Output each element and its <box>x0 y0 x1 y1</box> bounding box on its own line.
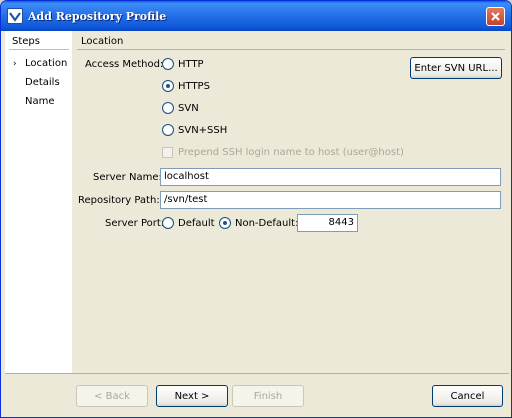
radio-icon <box>162 102 174 114</box>
title-bar: Add Repository Profile <box>1 1 511 31</box>
close-button[interactable] <box>486 7 505 26</box>
section-title: Location <box>81 36 124 47</box>
step-details: Details <box>25 77 60 88</box>
radio-svn[interactable]: SVN <box>162 102 199 114</box>
finish-button[interactable]: Finish <box>232 385 304 407</box>
radio-selected-icon <box>219 217 231 229</box>
add-repository-profile-dialog: Add Repository Profile Steps › Location D… <box>0 0 512 418</box>
next-button[interactable]: Next > <box>156 385 228 407</box>
steps-panel: Steps › Location Details Name <box>5 31 72 373</box>
access-method-label: Access Method: <box>85 59 164 70</box>
radio-icon <box>162 58 174 70</box>
radio-selected-icon <box>162 80 174 92</box>
checkbox-icon <box>162 147 173 158</box>
prepend-ssh-checkbox[interactable]: Prepend SSH login name to host (user@hos… <box>162 147 404 158</box>
step-name: Name <box>25 96 55 107</box>
server-port-label: Server Port: <box>105 218 165 229</box>
enter-svn-url-button[interactable]: Enter SVN URL... <box>410 57 502 79</box>
steps-title: Steps <box>12 36 40 47</box>
window-title: Add Repository Profile <box>28 9 167 23</box>
repository-path-input[interactable]: /svn/test <box>160 191 501 209</box>
current-step-arrow-icon: › <box>13 59 17 69</box>
server-port-input[interactable]: 8443 <box>297 214 358 232</box>
footer-divider <box>5 373 509 374</box>
radio-icon <box>162 124 174 136</box>
section-divider <box>77 49 505 50</box>
step-location: › Location <box>13 58 68 69</box>
radio-svn-ssh[interactable]: SVN+SSH <box>162 124 227 136</box>
close-icon <box>491 12 500 21</box>
radio-https[interactable]: HTTPS <box>162 80 210 92</box>
server-name-input[interactable]: localhost <box>160 168 501 186</box>
cancel-button[interactable]: Cancel <box>432 385 503 407</box>
repository-path-label: Repository Path: <box>78 195 160 206</box>
steps-divider <box>9 49 69 50</box>
server-name-label: Server Name: <box>93 172 162 183</box>
app-icon <box>7 8 23 24</box>
radio-http[interactable]: HTTP <box>162 58 204 70</box>
back-button[interactable]: < Back <box>76 385 148 407</box>
radio-icon <box>162 217 174 229</box>
radio-port-default[interactable]: Default <box>162 217 215 229</box>
location-panel: Location Access Method: HTTP HTTPS SVN S… <box>73 31 509 373</box>
radio-port-non-default[interactable]: Non-Default: <box>219 217 298 229</box>
